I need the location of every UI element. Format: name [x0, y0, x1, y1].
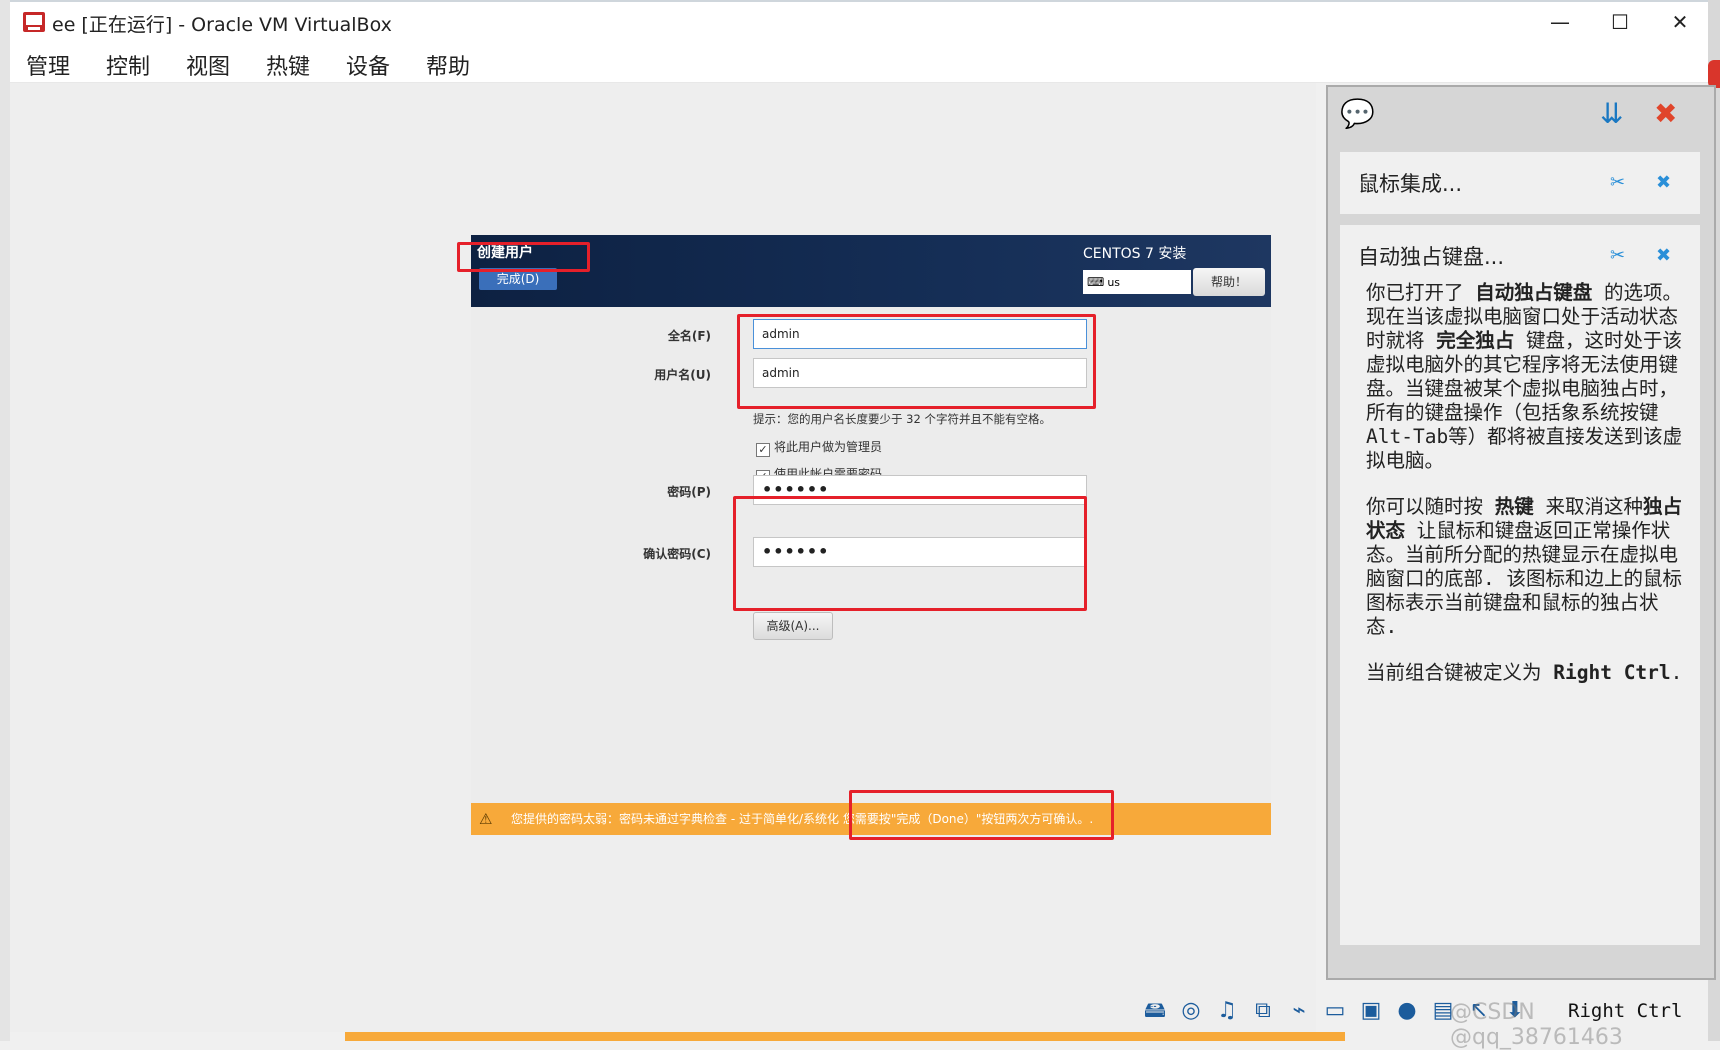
username-hint: 提示：您的用户名长度要少于 32 个字符并且不能有空格。 [753, 412, 1051, 426]
body-paragraph-1: 你已打开了 自动独占键盘 的选项。现在当该虚拟电脑窗口处于活动状态时就将 完全独… [1366, 281, 1683, 472]
menu-devices[interactable]: 设备 [346, 49, 390, 81]
admin-checkbox-row[interactable]: ✓ 将此用户做为管理员 [756, 438, 882, 457]
product-title: CENTOS 7 安装 [1083, 246, 1187, 262]
usb-icon[interactable]: ⌁ [1284, 996, 1314, 1026]
menu-view[interactable]: 视图 [186, 49, 230, 81]
notification-body: 你已打开了 自动独占键盘 的选项。现在当该虚拟电脑窗口处于活动状态时就将 完全独… [1366, 281, 1684, 707]
warning-icon: ⚠ [479, 810, 493, 828]
admin-checkbox[interactable]: ✓ [756, 443, 770, 457]
password-label: 密码(P) [667, 485, 711, 499]
hard-disk-icon[interactable]: 🖴 [1140, 996, 1170, 1026]
keyboard-icon: ⌨ [1087, 275, 1105, 289]
audio-icon[interactable]: ♫ [1212, 996, 1242, 1026]
optical-drive-icon[interactable]: ◎ [1176, 996, 1206, 1026]
minimize-button[interactable]: — [1530, 2, 1590, 42]
pin-icon[interactable]: ✂ [1610, 172, 1625, 193]
dismiss-icon[interactable]: ✖ [1656, 172, 1671, 193]
collapse-all-icon[interactable]: ⇊ [1600, 97, 1623, 130]
admin-checkbox-label: 将此用户做为管理员 [774, 440, 883, 454]
close-all-icon[interactable]: ✖ [1654, 97, 1677, 130]
notification-auto-capture-keyboard[interactable]: 自动独占键盘... ✂ ✖ 你已打开了 自动独占键盘 的选项。现在当该虚拟电脑窗… [1340, 225, 1700, 945]
network-icon[interactable]: ⧉ [1248, 996, 1278, 1026]
username-label: 用户名(U) [654, 368, 711, 382]
highlight-password-fields [733, 496, 1087, 611]
menu-manage[interactable]: 管理 [26, 49, 70, 81]
shared-folders-icon[interactable]: ▭ [1320, 996, 1350, 1026]
menu-hotkey[interactable]: 热键 [266, 49, 310, 81]
advanced-button[interactable]: 高级(A)... [753, 612, 833, 640]
highlight-name-fields [737, 314, 1096, 409]
menu-control[interactable]: 控制 [106, 49, 150, 81]
notification-panel: 💬 ⇊ ✖ 鼠标集成... ✂ ✖ 自动独占键盘... ✂ ✖ 你已打开了 自动… [1326, 85, 1716, 980]
titlebar: ee [正在运行] - Oracle VM VirtualBox — ☐ ✕ [10, 2, 1708, 42]
maximize-button[interactable]: ☐ [1590, 2, 1650, 42]
virtualbox-app-icon [23, 12, 45, 32]
dismiss-icon[interactable]: ✖ [1656, 245, 1671, 266]
display-icon[interactable]: ▣ [1356, 996, 1386, 1026]
dialog-header: 创建用户 完成(D) CENTOS 7 安装 ⌨ us 帮助！ [471, 235, 1271, 307]
message-icon[interactable]: 💬 [1340, 97, 1375, 130]
body-paragraph-2: 你可以随时按 热键 来取消这种独占状态 让鼠标和键盘返回正常操作状态。当前所分配… [1366, 495, 1683, 638]
menu-help[interactable]: 帮助 [426, 49, 470, 81]
menubar: 管理 控制 视图 热键 设备 帮助 [10, 42, 1708, 83]
fullname-label: 全名(F) [667, 329, 711, 343]
mouse-integration-title: 鼠标集成... [1358, 172, 1463, 196]
keyboard-layout-indicator[interactable]: ⌨ us [1083, 270, 1191, 294]
virtualbox-window: ee [正在运行] - Oracle VM VirtualBox — ☐ ✕ 管… [10, 2, 1716, 1050]
confirm-password-label: 确认密码(C) [643, 547, 711, 561]
auto-capture-title: 自动独占键盘... [1358, 245, 1505, 269]
help-button[interactable]: 帮助！ [1193, 268, 1265, 296]
body-paragraph-3: 当前组合键被定义为 Right Ctrl. [1366, 661, 1683, 684]
recording-icon[interactable]: ● [1392, 996, 1422, 1026]
highlight-done-button [457, 242, 590, 272]
watermark: @CSDN @qq_38761463 [1450, 1000, 1623, 1050]
pin-icon[interactable]: ✂ [1610, 245, 1625, 266]
notification-mouse-integration[interactable]: 鼠标集成... ✂ ✖ [1340, 152, 1700, 214]
close-button[interactable]: ✕ [1650, 2, 1710, 42]
keyboard-layout-label: us [1107, 276, 1121, 289]
desktop-left-strip [0, 0, 10, 1041]
highlight-warning-text [849, 790, 1114, 840]
window-title: ee [正在运行] - Oracle VM VirtualBox [52, 14, 392, 36]
